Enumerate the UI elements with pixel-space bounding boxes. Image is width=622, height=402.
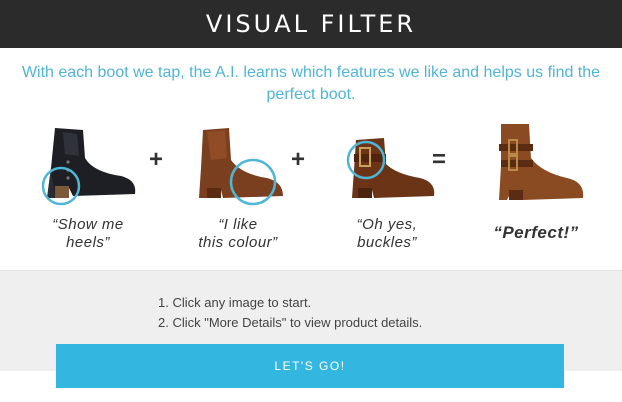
instruction-step: 2. Click "More Details" to view product … <box>158 315 423 330</box>
boot-caption: “Perfect!” <box>493 223 579 242</box>
instruction-step: 1. Click any image to start. <box>158 295 312 310</box>
boot-example-row: “Show me heels” + “I like this colour” +… <box>0 118 622 268</box>
buckle-ankle-boot-image <box>346 138 435 198</box>
plus-operator: + <box>291 146 306 173</box>
perfect-ankle-boot-image <box>499 124 584 200</box>
boot-caption: “I like this colour” <box>198 216 278 251</box>
boot-caption: “Show me heels” <box>52 216 124 251</box>
header-bar: VISUAL FILTER <box>0 0 622 48</box>
black-ankle-boot-image <box>41 128 136 206</box>
plus-operator: + <box>149 146 164 173</box>
page-title: VISUAL FILTER <box>205 10 417 38</box>
intro-text: With each boot we tap, the A.I. learns w… <box>21 64 601 103</box>
boot-caption: “Oh yes, buckles” <box>356 216 418 251</box>
boot-example-heels[interactable]: “Show me heels” <box>28 118 148 252</box>
equals-operator: = <box>432 146 447 173</box>
lets-go-button[interactable]: LET'S GO! <box>56 344 564 388</box>
boot-result-perfect[interactable]: “Perfect!” <box>476 118 596 242</box>
boot-example-colour[interactable]: “I like this colour” <box>178 118 298 252</box>
instruction-steps: 1. Click any image to start. 2. Click "M… <box>158 293 422 333</box>
brown-ankle-boot-image <box>199 128 283 206</box>
boot-example-buckles[interactable]: “Oh yes, buckles” <box>327 118 447 252</box>
